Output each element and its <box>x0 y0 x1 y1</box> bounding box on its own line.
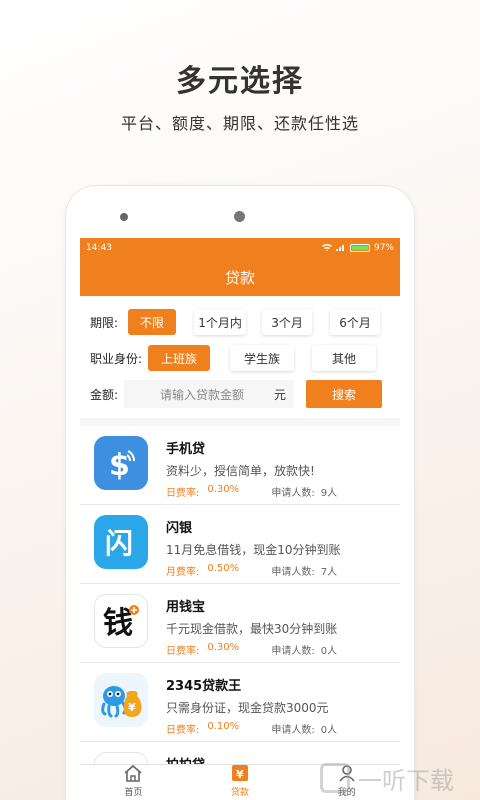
rate-label: 日费率: <box>166 488 200 499</box>
identity-option-other[interactable]: 其他 <box>312 345 377 371</box>
watermark-text: 一听下载 <box>358 766 454 795</box>
apply-count: 9人 <box>320 488 338 499</box>
apply-count: 0人 <box>320 725 338 736</box>
loan-item[interactable]: 钱 用钱宝 千元现金借款，最快30分钟到账 日费率: 0.30% 申请人数: 0… <box>80 584 400 663</box>
watermark: 一听下载 <box>320 758 454 798</box>
phone-camera <box>234 211 245 222</box>
tab-loans[interactable]: ¥ 贷款 <box>187 765 294 800</box>
term-option-1m[interactable]: 1个月内 <box>194 309 247 335</box>
apply-label: 申请人数: <box>271 567 315 578</box>
filter-panel: 期限: 不限 1个月内 3个月 6个月 职业身份: 上班族 学生族 其他 金额:… <box>80 296 400 418</box>
apply-label: 申请人数: <box>271 646 315 657</box>
amount-row: 金额: 请输入贷款金额 元 搜索 <box>90 376 390 412</box>
apply-label: 申请人数: <box>271 488 315 499</box>
svg-text:¥: ¥ <box>236 768 244 781</box>
term-option-any[interactable]: 不限 <box>128 309 177 335</box>
tab-home[interactable]: 首页 <box>80 764 187 800</box>
svg-text:¥: ¥ <box>128 701 136 714</box>
svg-text:$: $ <box>109 448 130 483</box>
loan-list: $ 手机贷 资料少，授信简单，放款快! 日费率: 0.30% 申请人数: 9人 <box>80 426 400 800</box>
loan-desc: 千元现金借款，最快30分钟到账 <box>166 622 338 636</box>
rate-value: 0.30% <box>207 484 240 495</box>
amount-unit: 元 <box>274 387 287 402</box>
octopus-moneybag-icon: ¥ <box>94 673 148 727</box>
loan-item[interactable]: $ 手机贷 资料少，授信简单，放款快! 日费率: 0.30% 申请人数: 9人 <box>80 426 400 505</box>
amount-label: 金额: <box>90 387 119 402</box>
app-bar: 贷款 <box>80 258 400 296</box>
apply-label: 申请人数: <box>271 725 315 736</box>
apply-count: 7人 <box>320 567 338 578</box>
loan-item[interactable]: ¥ 2345贷款王 只需身份证，现金贷款3000元 日费率: 0.10% 申请人… <box>80 663 400 742</box>
battery-icon <box>349 244 370 252</box>
loan-desc: 资料少，授信简单，放款快! <box>166 464 315 478</box>
loan-name: 2345贷款王 <box>166 679 242 694</box>
loan-name: 用钱宝 <box>166 600 206 615</box>
apply-count: 0人 <box>320 646 338 657</box>
svg-text:闪: 闪 <box>105 527 133 560</box>
tab-loans-label: 贷款 <box>231 788 250 798</box>
shan-char-icon: 闪 <box>94 515 148 569</box>
amount-input[interactable]: 请输入贷款金额 元 <box>124 380 295 408</box>
term-row: 期限: 不限 1个月内 3个月 6个月 <box>90 304 390 340</box>
loan-desc: 11月免息借钱，现金10分钟到账 <box>166 543 341 557</box>
battery-percent: 97% <box>373 243 394 253</box>
svg-text:钱: 钱 <box>103 606 133 641</box>
promo-title: 多元选择 <box>176 64 304 99</box>
identity-option-student[interactable]: 学生族 <box>230 345 295 371</box>
home-icon <box>123 764 143 785</box>
dollar-signal-icon: $ <box>94 436 148 490</box>
term-label: 期限: <box>90 315 119 330</box>
signal-icon <box>335 243 346 254</box>
yen-icon: ¥ <box>231 764 249 785</box>
identity-row: 职业身份: 上班族 学生族 其他 <box>90 340 390 376</box>
amount-placeholder: 请输入贷款金额 <box>160 387 245 402</box>
tab-home-label: 首页 <box>124 788 143 798</box>
app-screen: 14:43 97% 贷款 期限: 不限 1个月内 3个月 6个月 职业身份: 上… <box>80 238 400 800</box>
rate-label: 日费率: <box>166 725 200 736</box>
term-option-3m[interactable]: 3个月 <box>262 309 313 335</box>
status-time: 14:43 <box>86 243 112 253</box>
rate-value: 0.30% <box>207 642 240 653</box>
loan-name: 闪银 <box>166 521 193 536</box>
identity-label: 职业身份: <box>90 351 143 366</box>
promo-subtitle: 平台、额度、期限、还款任性选 <box>120 114 359 133</box>
rate-value: 0.10% <box>207 721 240 732</box>
phone-sensor <box>120 213 128 221</box>
rate-label: 月费率: <box>166 567 200 578</box>
wifi-icon <box>321 243 332 254</box>
qian-char-icon: 钱 <box>94 594 148 648</box>
rate-value: 0.50% <box>207 563 240 574</box>
rate-label: 日费率: <box>166 646 200 657</box>
loan-desc: 只需身份证，现金贷款3000元 <box>166 701 329 715</box>
loan-name: 手机贷 <box>166 442 206 457</box>
watermark-logo-icon <box>320 763 350 793</box>
term-option-6m[interactable]: 6个月 <box>330 309 381 335</box>
page-title: 贷款 <box>224 268 255 287</box>
search-button[interactable]: 搜索 <box>306 380 383 408</box>
loan-item[interactable]: 闪 闪银 11月免息借钱，现金10分钟到账 月费率: 0.50% 申请人数: 7… <box>80 505 400 584</box>
status-bar: 14:43 97% <box>80 238 400 258</box>
identity-option-office[interactable]: 上班族 <box>148 345 211 371</box>
